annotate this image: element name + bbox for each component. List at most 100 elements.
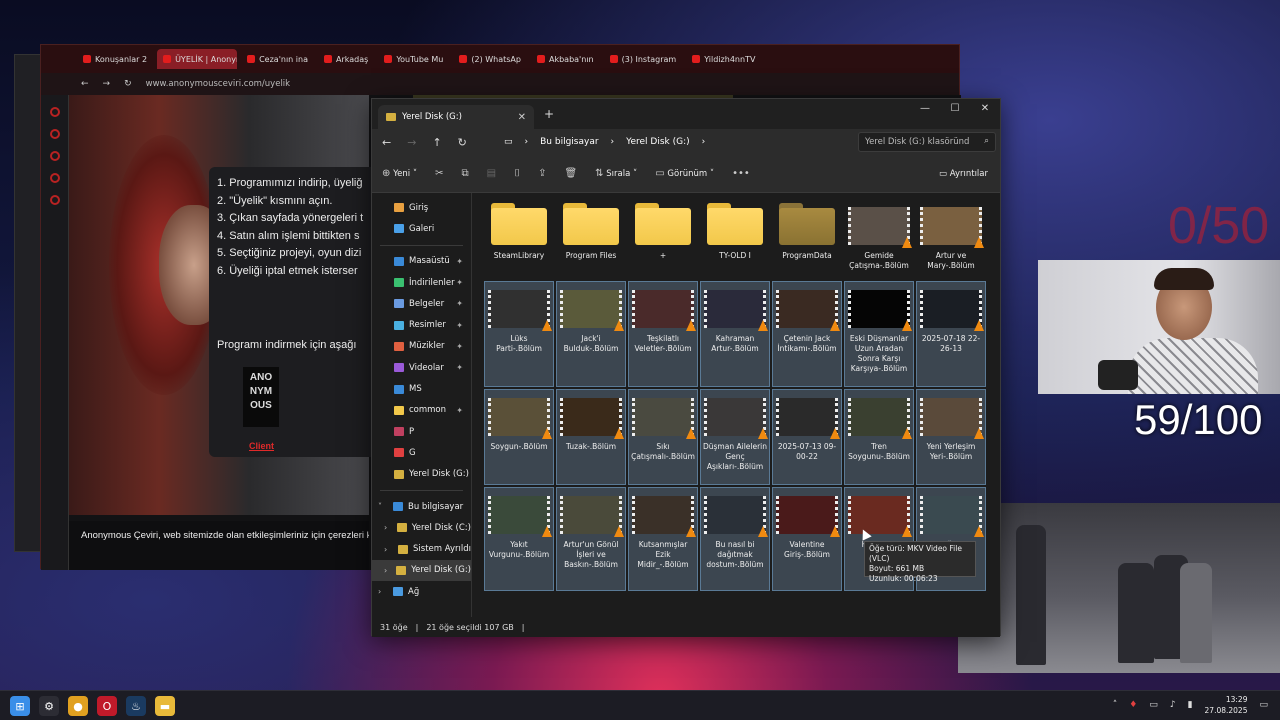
video-file-item[interactable]: Valentine Giriş-.Bölüm xyxy=(772,487,842,591)
nav-item[interactable]: Galeri xyxy=(372,218,471,239)
nav-item[interactable]: › Yerel Disk (G:) xyxy=(372,559,471,582)
new-tab-button[interactable]: + xyxy=(544,107,554,121)
chevron-right-icon[interactable]: › xyxy=(384,523,392,532)
folder-item[interactable]: SteamLibrary xyxy=(484,199,554,279)
minimize-icon[interactable]: — xyxy=(910,99,940,121)
breadcrumb-item[interactable]: Yerel Disk (G:) xyxy=(626,137,689,147)
video-file-item[interactable]: Kutsanmışlar Ezik Midir_-.Bölüm xyxy=(628,487,698,591)
copy-icon[interactable]: ⧉ xyxy=(461,168,468,179)
close-icon[interactable]: ✕ xyxy=(970,99,1000,121)
back-icon[interactable]: ← xyxy=(382,136,391,149)
chrome-icon[interactable]: ● xyxy=(68,696,88,716)
video-file-item[interactable]: Yakıt Vurgunu-.Bölüm xyxy=(484,487,554,591)
folder-item[interactable]: Program Files xyxy=(556,199,626,279)
microphone-icon[interactable]: ♦ xyxy=(1129,700,1137,710)
windows-start-icon[interactable]: ⊞ xyxy=(10,696,30,716)
sidebar-icon[interactable] xyxy=(49,129,60,139)
video-file-item[interactable]: Teşkilatlı Veletler-.Bölüm xyxy=(628,281,698,387)
sidebar-icon[interactable] xyxy=(49,107,60,117)
new-button[interactable]: ⊕ Yeni ˅ xyxy=(382,168,417,179)
cut-icon[interactable]: ✂ xyxy=(435,168,443,179)
clock[interactable]: 13:29 27.08.2025 xyxy=(1205,694,1248,716)
nav-item[interactable]: Giriş xyxy=(372,197,471,218)
browser-tab[interactable]: Akbaba'nın xyxy=(531,49,600,69)
video-file-item[interactable]: Yeni Yerleşim Yeri-.Bölüm xyxy=(916,389,986,485)
nav-item[interactable]: Belgeler ✦ xyxy=(372,293,471,314)
breadcrumb-item[interactable]: Bu bilgisayar xyxy=(540,137,598,147)
nav-item[interactable]: Resimler ✦ xyxy=(372,314,471,335)
browser-tab[interactable]: (3) Instagram xyxy=(604,49,683,69)
battery-icon[interactable]: ▮ xyxy=(1188,700,1193,710)
search-input[interactable]: Yerel Disk (G:) klasöründ ⌕ xyxy=(858,132,996,152)
browser-tab[interactable]: (2) WhatsAp xyxy=(453,49,527,69)
video-file-item[interactable]: Eski Düşmanlar Uzun Aradan Sonra Karşı K… xyxy=(844,281,914,387)
chevron-down-icon[interactable]: ˅ xyxy=(378,502,388,511)
more-options-icon[interactable]: ••• xyxy=(732,168,750,179)
video-file-item[interactable]: Tuzak-.Bölüm xyxy=(556,389,626,485)
video-file-item[interactable]: Sıkı Çatışmalı-.Bölüm xyxy=(628,389,698,485)
sort-button[interactable]: ⇅ Sırala ˅ xyxy=(595,168,637,179)
opera-icon[interactable]: O xyxy=(97,696,117,716)
close-tab-icon[interactable]: ✕ xyxy=(518,112,526,123)
video-file-item[interactable]: Artur'un Gönül İşleri ve Baskın-.Bölüm xyxy=(556,487,626,591)
nav-item[interactable]: ˅ Bu bilgisayar xyxy=(372,496,471,517)
video-file-item[interactable]: Artur ve Mary-.Bölüm xyxy=(916,199,986,279)
browser-tab[interactable]: ÜYELİK | Anonymous Ç xyxy=(157,49,238,69)
view-button[interactable]: ▭ Görünüm ˅ xyxy=(655,168,714,179)
nav-item[interactable]: Videolar ✦ xyxy=(372,357,471,378)
folder-item[interactable]: TY-OLD I xyxy=(700,199,770,279)
nav-item[interactable]: Masaüstü ✦ xyxy=(372,251,471,272)
chevron-right-icon[interactable]: › xyxy=(384,545,393,554)
nav-item[interactable]: Yerel Disk (G:) xyxy=(372,464,471,485)
steam-icon[interactable]: ♨ xyxy=(126,696,146,716)
nav-item[interactable]: İndirilenler ✦ xyxy=(372,272,471,293)
forward-icon[interactable]: → xyxy=(407,136,416,149)
details-button[interactable]: ▭ Ayrıntılar xyxy=(939,169,988,179)
forward-icon[interactable]: → xyxy=(103,79,111,89)
nav-item[interactable]: MS xyxy=(372,378,471,399)
explorer-tab[interactable]: Yerel Disk (G:) ✕ xyxy=(378,105,534,129)
breadcrumb[interactable]: ▭ › Bu bilgisayar › Yerel Disk (G:) › xyxy=(504,132,705,152)
chevron-up-icon[interactable]: ˄ xyxy=(1113,700,1118,710)
client-download-link[interactable]: Client xyxy=(249,441,274,451)
browser-tab[interactable]: Konuşanlar 2 xyxy=(77,49,153,69)
video-file-item[interactable]: Soygun-.Bölüm xyxy=(484,389,554,485)
video-file-item[interactable]: Jack'i Bulduk-.Bölüm xyxy=(556,281,626,387)
browser-tab[interactable]: YouTube Mu xyxy=(378,49,449,69)
chevron-right-icon[interactable]: › xyxy=(384,566,391,575)
browser-tab[interactable]: Yildizh4nnTV xyxy=(686,49,761,69)
browser-tab[interactable]: Ceza'nın ina xyxy=(241,49,314,69)
nav-item[interactable]: › Yerel Disk (C:) xyxy=(372,517,471,538)
url-text[interactable]: www.anonymousceviri.com/uyelik xyxy=(146,79,290,89)
sidebar-icon[interactable] xyxy=(49,173,60,183)
browser-address-bar[interactable]: ← → ↻ www.anonymousceviri.com/uyelik xyxy=(41,73,959,95)
video-file-item[interactable]: Bu nasıl bi dağıtmak dostum-.Bölüm xyxy=(700,487,770,591)
share-icon[interactable]: ⇪ xyxy=(538,168,546,179)
chevron-right-icon[interactable]: › xyxy=(378,587,388,596)
nav-item[interactable]: common ✦ xyxy=(372,400,471,421)
notification-icon[interactable]: ▭ xyxy=(1259,700,1268,710)
folder-item[interactable]: + xyxy=(628,199,698,279)
folder-item[interactable]: ProgramData xyxy=(772,199,842,279)
settings-icon[interactable]: ⚙ xyxy=(39,696,59,716)
network-icon[interactable]: ▭ xyxy=(1149,700,1158,710)
nav-item[interactable]: Müzikler ✦ xyxy=(372,336,471,357)
browser-tab[interactable]: Arkadaş xyxy=(318,49,374,69)
nav-item[interactable]: › Ağ xyxy=(372,581,471,602)
video-file-item[interactable]: Düşman Ailelerin Genç Aşıkları-.Bölüm xyxy=(700,389,770,485)
refresh-icon[interactable]: ↻ xyxy=(458,136,467,149)
anonymous-logo[interactable]: ANO NYM OUS xyxy=(243,367,279,427)
rename-icon[interactable]: ⌷ xyxy=(514,168,520,179)
video-file-item[interactable]: 2025-07-13 09-00-22 xyxy=(772,389,842,485)
up-icon[interactable]: ↑ xyxy=(432,136,441,149)
sidebar-icon[interactable] xyxy=(49,151,60,161)
maximize-icon[interactable]: ☐ xyxy=(940,99,970,121)
nav-item[interactable]: P xyxy=(372,421,471,442)
volume-icon[interactable]: ♪ xyxy=(1170,700,1176,710)
video-file-item[interactable]: Kahraman Artur-.Bölüm xyxy=(700,281,770,387)
back-icon[interactable]: ← xyxy=(81,79,89,89)
video-file-item[interactable]: Tren Soygunu-.Bölüm xyxy=(844,389,914,485)
file-explorer-icon[interactable]: ▬ xyxy=(155,696,175,716)
video-file-item[interactable]: Çetenin Jack İntikamı-.Bölüm xyxy=(772,281,842,387)
video-file-item[interactable]: Lüks Parti-.Bölüm xyxy=(484,281,554,387)
